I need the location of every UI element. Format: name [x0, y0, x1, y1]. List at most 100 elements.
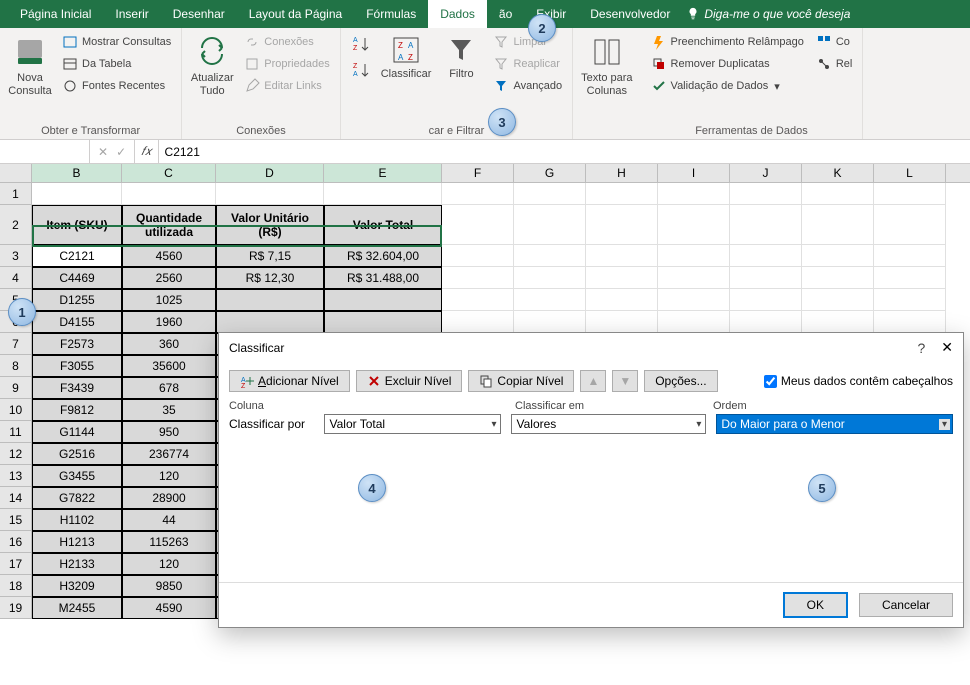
- recent-sources-button[interactable]: Fontes Recentes: [58, 76, 175, 96]
- select-all[interactable]: [0, 164, 32, 182]
- table-cell[interactable]: G7822: [32, 487, 122, 509]
- col-header[interactable]: J: [730, 164, 802, 182]
- col-header[interactable]: C: [122, 164, 216, 182]
- table-cell[interactable]: 115263: [122, 531, 216, 553]
- table-cell[interactable]: M2455: [32, 597, 122, 619]
- refresh-all-button[interactable]: Atualizar Tudo: [188, 32, 236, 100]
- table-cell[interactable]: 120: [122, 465, 216, 487]
- relationships-button[interactable]: Rel: [812, 54, 857, 74]
- table-cell[interactable]: D4155: [32, 311, 122, 333]
- tab-formulas[interactable]: Fórmulas: [354, 0, 428, 28]
- table-header[interactable]: Valor Total: [324, 205, 442, 245]
- table-cell[interactable]: G2516: [32, 443, 122, 465]
- copy-level-button[interactable]: Copiar Nível: [468, 370, 574, 392]
- col-header[interactable]: B: [32, 164, 122, 182]
- table-cell[interactable]: 35600: [122, 355, 216, 377]
- table-cell[interactable]: 678: [122, 377, 216, 399]
- filter-button[interactable]: Filtro: [437, 32, 485, 83]
- table-header[interactable]: Valor Unitário (R$): [216, 205, 324, 245]
- show-queries-button[interactable]: Mostrar Consultas: [58, 32, 175, 52]
- table-cell[interactable]: R$ 32.604,00: [324, 245, 442, 267]
- tab-review-partial[interactable]: ão: [487, 0, 524, 28]
- table-cell[interactable]: 1025: [122, 289, 216, 311]
- col-header[interactable]: F: [442, 164, 514, 182]
- table-cell[interactable]: 2560: [122, 267, 216, 289]
- tab-developer[interactable]: Desenvolvedor: [578, 0, 682, 28]
- flash-fill-button[interactable]: Preenchimento Relâmpago: [647, 32, 808, 52]
- sort-asc-button[interactable]: AZ: [347, 32, 375, 56]
- table-cell[interactable]: 236774: [122, 443, 216, 465]
- consolidate-button[interactable]: Co: [812, 32, 857, 52]
- col-header[interactable]: K: [802, 164, 874, 182]
- col-header[interactable]: D: [216, 164, 324, 182]
- ok-button[interactable]: OK: [784, 593, 847, 617]
- delete-level-button[interactable]: Excluir Nível: [356, 370, 463, 392]
- table-header[interactable]: Quantidade utilizada: [122, 205, 216, 245]
- table-cell[interactable]: F3055: [32, 355, 122, 377]
- table-cell[interactable]: G1144: [32, 421, 122, 443]
- headers-checkbox[interactable]: Meus dados contêm cabeçalhos: [764, 374, 953, 388]
- headers-checkbox-input[interactable]: [764, 375, 777, 388]
- data-validation-button[interactable]: Validação de Dados▾: [647, 76, 808, 96]
- options-button[interactable]: Opções...: [644, 370, 717, 392]
- new-query-button[interactable]: Nova Consulta: [6, 32, 54, 100]
- advanced-button[interactable]: Avançado: [489, 76, 566, 96]
- table-cell[interactable]: G3455: [32, 465, 122, 487]
- col-header[interactable]: G: [514, 164, 586, 182]
- tab-insert[interactable]: Inserir: [103, 0, 160, 28]
- col-header[interactable]: H: [586, 164, 658, 182]
- table-cell[interactable]: 120: [122, 553, 216, 575]
- cancel-button[interactable]: Cancelar: [859, 593, 953, 617]
- cancel-formula-icon[interactable]: ✕: [98, 145, 108, 159]
- col-header[interactable]: E: [324, 164, 442, 182]
- table-cell[interactable]: [216, 311, 324, 333]
- confirm-formula-icon[interactable]: ✓: [116, 145, 126, 159]
- table-cell[interactable]: 950: [122, 421, 216, 443]
- table-cell[interactable]: [324, 311, 442, 333]
- tab-layout[interactable]: Layout da Página: [237, 0, 354, 28]
- name-box[interactable]: [0, 140, 90, 163]
- table-cell[interactable]: H3209: [32, 575, 122, 597]
- table-cell[interactable]: H1102: [32, 509, 122, 531]
- text-to-columns-button[interactable]: Texto para Colunas: [579, 32, 634, 100]
- col-header[interactable]: I: [658, 164, 730, 182]
- sort-button[interactable]: ZAAZ Classificar: [379, 32, 434, 83]
- fx-icon[interactable]: 𝑓𝑥: [134, 140, 158, 163]
- table-cell[interactable]: 9850: [122, 575, 216, 597]
- formula-input[interactable]: C2121: [159, 145, 970, 159]
- table-cell[interactable]: C2121: [32, 245, 122, 267]
- sort-desc-button[interactable]: ZA: [347, 58, 375, 82]
- table-cell[interactable]: C4469: [32, 267, 122, 289]
- sort-by-select[interactable]: Valor Total▾: [324, 414, 501, 434]
- add-level-button[interactable]: AZAdicionar Nível: [229, 370, 350, 392]
- table-cell[interactable]: H1213: [32, 531, 122, 553]
- tab-home[interactable]: Página Inicial: [8, 0, 103, 28]
- table-cell[interactable]: 360: [122, 333, 216, 355]
- table-cell[interactable]: 35: [122, 399, 216, 421]
- tab-draw[interactable]: Desenhar: [161, 0, 237, 28]
- table-cell[interactable]: F3439: [32, 377, 122, 399]
- dialog-title-bar[interactable]: Classificar ? ✕: [219, 333, 963, 362]
- table-cell[interactable]: R$ 31.488,00: [324, 267, 442, 289]
- table-cell[interactable]: [324, 289, 442, 311]
- table-cell[interactable]: 1960: [122, 311, 216, 333]
- close-icon[interactable]: ✕: [941, 339, 953, 356]
- order-select[interactable]: Do Maior para o Menor▾: [716, 414, 953, 434]
- from-table-button[interactable]: Da Tabela: [58, 54, 175, 74]
- table-cell[interactable]: F9812: [32, 399, 122, 421]
- table-cell[interactable]: H2133: [32, 553, 122, 575]
- table-cell[interactable]: R$ 12,30: [216, 267, 324, 289]
- table-cell[interactable]: 28900: [122, 487, 216, 509]
- table-cell[interactable]: 4590: [122, 597, 216, 619]
- sort-on-select[interactable]: Valores▾: [511, 414, 706, 434]
- remove-duplicates-button[interactable]: Remover Duplicatas: [647, 54, 808, 74]
- table-cell[interactable]: D1255: [32, 289, 122, 311]
- tab-data[interactable]: Dados: [428, 0, 487, 28]
- col-header[interactable]: L: [874, 164, 946, 182]
- help-icon[interactable]: ?: [917, 340, 925, 356]
- table-cell[interactable]: F2573: [32, 333, 122, 355]
- table-cell[interactable]: 4560: [122, 245, 216, 267]
- table-cell[interactable]: [216, 289, 324, 311]
- table-header[interactable]: Item (SKU): [32, 205, 122, 245]
- table-cell[interactable]: R$ 7,15: [216, 245, 324, 267]
